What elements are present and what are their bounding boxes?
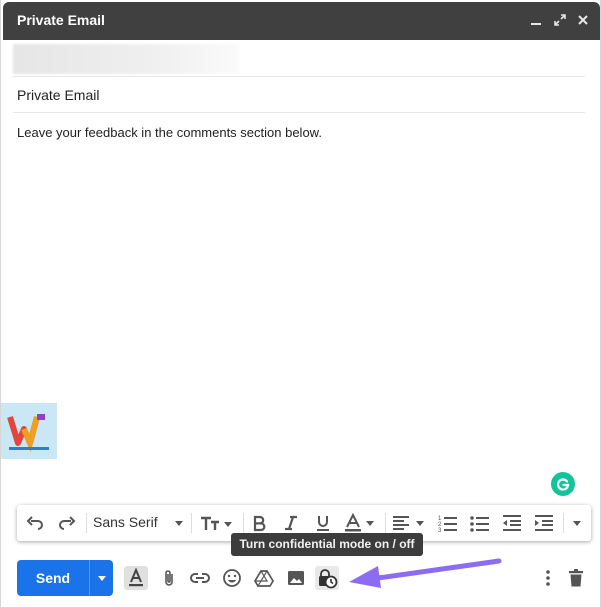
grammarly-icon[interactable] <box>551 472 575 496</box>
send-button[interactable]: Send <box>17 560 89 596</box>
subject-divider <box>13 112 585 113</box>
send-button-group: Send <box>17 560 113 596</box>
formatting-options-icon[interactable] <box>569 511 585 535</box>
toolbar-divider <box>385 513 386 533</box>
link-icon[interactable] <box>188 566 212 590</box>
toolbar-divider <box>243 513 244 533</box>
bulleted-list-icon[interactable] <box>469 511 491 535</box>
window-title: Private Email <box>17 12 105 28</box>
close-icon[interactable] <box>575 12 591 28</box>
fullscreen-icon[interactable] <box>552 12 568 28</box>
text-size-icon[interactable] <box>199 511 235 535</box>
toolbar-divider <box>86 513 87 533</box>
recipients-divider <box>13 76 585 77</box>
attach-icon[interactable] <box>157 566 181 590</box>
discard-icon[interactable] <box>564 566 588 590</box>
confidential-mode-icon[interactable] <box>315 566 339 590</box>
toolbar-divider <box>563 513 564 533</box>
compose-titlebar[interactable]: Private Email <box>3 2 600 40</box>
formatting-options-icon[interactable] <box>124 566 148 590</box>
emoji-icon[interactable] <box>220 566 244 590</box>
italic-icon[interactable] <box>281 511 301 535</box>
more-options-icon[interactable] <box>536 566 560 590</box>
subject-field[interactable]: Private Email <box>17 87 99 103</box>
watermark-logo <box>1 403 57 459</box>
underline-icon[interactable] <box>313 511 333 535</box>
toolbar-divider <box>191 513 192 533</box>
chevron-down-icon[interactable] <box>173 511 185 535</box>
text-color-icon[interactable] <box>343 511 377 535</box>
numbered-list-icon[interactable]: 123 <box>437 511 459 535</box>
annotation-arrow <box>349 558 502 588</box>
minimize-icon[interactable] <box>528 12 544 28</box>
indent-more-icon[interactable] <box>533 511 555 535</box>
compose-window: Private Email Private Email Leave your f… <box>0 0 601 608</box>
drive-icon[interactable] <box>252 566 276 590</box>
redo-icon[interactable] <box>55 511 79 535</box>
bold-icon[interactable] <box>249 511 269 535</box>
message-body[interactable]: Leave your feedback in the comments sect… <box>17 125 322 140</box>
send-options-button[interactable] <box>90 560 113 596</box>
svg-text:3: 3 <box>438 528 442 533</box>
photo-icon[interactable] <box>284 566 308 590</box>
recipients-field-blurred[interactable] <box>13 44 239 74</box>
font-family-select[interactable]: Sans Serif <box>93 514 158 530</box>
align-icon[interactable] <box>391 511 427 535</box>
indent-less-icon[interactable] <box>501 511 523 535</box>
undo-icon[interactable] <box>23 511 47 535</box>
